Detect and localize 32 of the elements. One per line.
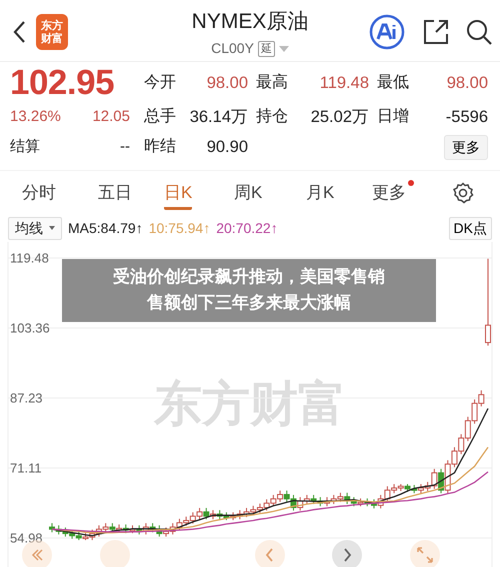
stat-value: 25.02万 (310, 106, 369, 128)
stat-value: -- (120, 136, 130, 157)
stat-value: 98.00 (206, 72, 248, 94)
moving-average-value: MA5:84.79↑ (68, 218, 143, 238)
stat-value: 98.00 (446, 72, 488, 94)
stat-value: -5596 (444, 106, 488, 128)
axis-label: 54.98 (10, 530, 43, 546)
stat-label: 结算 (10, 136, 40, 157)
stat-label: 持仓 (255, 107, 289, 127)
moving-average-value: 10:75.94↑ (148, 218, 210, 238)
axis-label: 87.23 (10, 390, 43, 406)
stat-label: 总手 (143, 106, 177, 127)
last-price: 102.95 (10, 65, 116, 101)
app-logo: 东方 财富 (36, 14, 68, 50)
stat-label: 昨结 (143, 136, 177, 157)
stat-label: 日增 (376, 107, 410, 127)
page-title: NYMEX原油 (192, 10, 308, 34)
stat-label: 今开 (143, 73, 177, 93)
moving-average-value: 20:70.22↑ (216, 218, 278, 238)
change-percent: 13.26% (10, 106, 61, 127)
stat-value: 90.90 (206, 136, 248, 158)
stat-value: 36.14万 (188, 106, 248, 128)
stat-value: 119.48 (318, 72, 369, 94)
axis-label: 71.11 (10, 460, 42, 476)
axis-label: 119.48 (10, 250, 49, 266)
axis-label: 103.36 (10, 320, 50, 336)
stat-label: 最高 (255, 72, 289, 93)
stat-label: 最低 (376, 73, 410, 93)
delay-tag: 延 (258, 40, 275, 56)
news-caption: 受油价创纪录飙升推动，美国零售销 售额创下三年多来最大涨幅 (62, 259, 436, 322)
contract-code: CL00Y (211, 39, 254, 58)
change-value: 12.05 (92, 106, 130, 127)
